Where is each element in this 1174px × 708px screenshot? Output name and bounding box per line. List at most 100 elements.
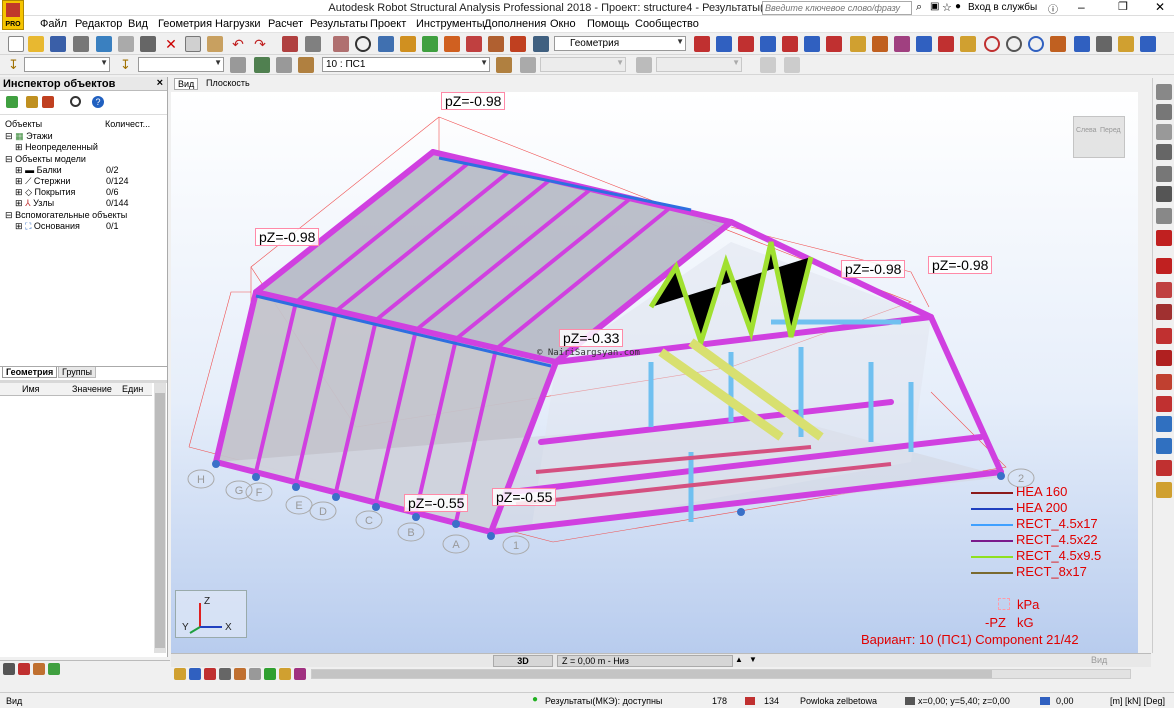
case-select-icon[interactable] — [254, 57, 270, 73]
view-tool-7-icon[interactable] — [826, 36, 842, 52]
z-level-indicator[interactable]: Z = 0,00 m - Низ — [557, 655, 733, 667]
right-tool-icon[interactable] — [1156, 416, 1172, 432]
menu-geometry[interactable]: Геометрия — [158, 18, 212, 30]
mode-select[interactable]: ▼ — [540, 57, 626, 72]
view-tool-16-icon[interactable] — [1028, 36, 1044, 52]
undo-icon[interactable]: ↶ — [230, 36, 246, 52]
level-down-button[interactable]: ▼ — [749, 655, 757, 664]
case-edit-icon[interactable] — [298, 57, 314, 73]
node-select-icon[interactable]: ↧ — [8, 57, 19, 73]
notes-tab-icon[interactable] — [48, 663, 60, 675]
menu-view[interactable]: Вид — [128, 18, 148, 30]
view-tool-17-icon[interactable] — [1050, 36, 1066, 52]
load-label[interactable]: pZ=-0.55 — [404, 494, 469, 512]
bars-icon[interactable] — [422, 36, 438, 52]
view-tool-1-icon[interactable] — [694, 36, 710, 52]
menu-analysis[interactable]: Расчет — [268, 18, 303, 30]
close-button[interactable]: ✕ — [1155, 0, 1165, 14]
node-selection-input[interactable]: ▼ — [24, 57, 110, 72]
print-preview-icon[interactable] — [118, 36, 134, 52]
grid-icon[interactable] — [784, 57, 800, 73]
tree-item-auxiliary[interactable]: ⊟ Вспомогательные объекты — [5, 210, 165, 221]
right-tool-icon[interactable] — [1156, 396, 1172, 412]
layers-icon[interactable] — [294, 668, 306, 680]
redo-icon[interactable]: ↷ — [252, 36, 268, 52]
right-tool-icon[interactable] — [1156, 124, 1172, 140]
maximize-button[interactable]: ❐ — [1118, 0, 1128, 13]
paste-icon[interactable] — [207, 36, 223, 52]
tab-geometry[interactable]: Геометрия — [2, 367, 58, 378]
menu-project[interactable]: Проект — [370, 18, 406, 30]
help-icon[interactable]: ? — [92, 96, 104, 108]
view-tool-12-icon[interactable] — [938, 36, 954, 52]
case-list-icon[interactable] — [276, 57, 292, 73]
menu-community[interactable]: Сообщество — [635, 18, 699, 30]
menu-tools[interactable]: Инструменты — [416, 18, 485, 30]
search-icon[interactable] — [70, 96, 81, 107]
load-label[interactable]: pZ=-0.98 — [841, 260, 906, 278]
clear-filter-icon[interactable] — [42, 96, 54, 108]
tables-icon[interactable] — [305, 36, 321, 52]
display-icon[interactable] — [174, 668, 186, 680]
style-icon[interactable] — [279, 668, 291, 680]
view-tool-18-icon[interactable] — [1074, 36, 1090, 52]
section-icon[interactable] — [636, 57, 652, 73]
home-view-icon[interactable] — [219, 668, 231, 680]
login-button[interactable]: Вход в службы — [968, 2, 1037, 13]
menu-addons[interactable]: Дополнения — [484, 18, 546, 30]
search-icon[interactable]: ⌕ — [916, 1, 922, 14]
cut-icon[interactable]: ✕ — [163, 36, 179, 52]
right-tool-icon[interactable] — [1156, 350, 1172, 366]
bar-select-icon[interactable]: ↧ — [120, 57, 131, 73]
tree-item-panels[interactable]: ⊞ ◇ Покрытия 0/6 — [15, 187, 165, 198]
view-tool-8-icon[interactable] — [850, 36, 866, 52]
new-file-icon[interactable] — [8, 36, 24, 52]
lock-icon[interactable] — [333, 36, 349, 52]
status-units[interactable]: [m] [kN] [Deg] — [1110, 696, 1165, 706]
print-icon[interactable] — [73, 36, 89, 52]
menu-edit[interactable]: Редактор — [75, 18, 122, 30]
tree-item-undefined[interactable]: ⊞ Неопределенный — [15, 142, 165, 153]
table-icon[interactable] — [760, 57, 776, 73]
properties-scrollbar[interactable] — [154, 383, 166, 653]
calculator-icon[interactable] — [282, 36, 298, 52]
loads-icon[interactable] — [488, 36, 504, 52]
tree-item-foundations[interactable]: ⊞ ⛶ Основания 0/1 — [15, 221, 165, 232]
structure-icon[interactable] — [400, 36, 416, 52]
case-icon[interactable] — [230, 57, 246, 73]
load-label[interactable]: pZ=-0.98 — [255, 228, 320, 246]
right-tool-icon[interactable] — [1156, 460, 1172, 476]
open-file-icon[interactable] — [28, 36, 44, 52]
star-icon[interactable]: ☆ — [942, 1, 952, 14]
minimize-button[interactable]: – — [1078, 0, 1085, 14]
menu-file[interactable]: Файл — [40, 18, 67, 30]
tree-item-nodes[interactable]: ⊞ ⅄ Узлы 0/144 — [15, 198, 165, 209]
mode-3d-button[interactable]: 3D — [493, 655, 553, 667]
layout-icon[interactable] — [533, 36, 549, 52]
layout-select[interactable]: Геометрия ▼ — [554, 36, 686, 51]
screen-capture-icon[interactable] — [140, 36, 156, 52]
select-icon[interactable] — [378, 36, 394, 52]
view-tab-icon[interactable] — [3, 663, 15, 675]
model-viewport[interactable]: H G F E D C B A 1 2 pZ=-0.98 pZ=-0.98 pZ… — [171, 92, 1138, 653]
right-tool-icon[interactable] — [1156, 438, 1172, 454]
right-tool-icon[interactable] — [1156, 144, 1172, 160]
results-tab-icon[interactable] — [18, 663, 30, 675]
right-tool-icon[interactable] — [1156, 166, 1172, 182]
view-tool-11-icon[interactable] — [916, 36, 932, 52]
bar-selection-input[interactable]: ▼ — [138, 57, 224, 72]
copy-icon[interactable] — [185, 36, 201, 52]
load-case-select[interactable]: 10 : ПС1 ▼ — [322, 57, 490, 72]
view-tool-9-icon[interactable] — [872, 36, 888, 52]
view-tool-13-icon[interactable] — [960, 36, 976, 52]
filter-view-icon[interactable] — [204, 668, 216, 680]
menu-window[interactable]: Окно — [550, 18, 576, 30]
next-case-icon[interactable] — [520, 57, 536, 73]
view-tool-14-icon[interactable] — [984, 36, 1000, 52]
right-tool-icon[interactable] — [1156, 258, 1172, 274]
tables-tab-icon[interactable] — [33, 663, 45, 675]
tree-view-icon[interactable] — [6, 96, 18, 108]
close-icon[interactable]: × — [157, 77, 163, 89]
view-cube[interactable]: Слева Перед — [1073, 116, 1125, 158]
view-cube-left[interactable]: Слева — [1076, 127, 1097, 134]
